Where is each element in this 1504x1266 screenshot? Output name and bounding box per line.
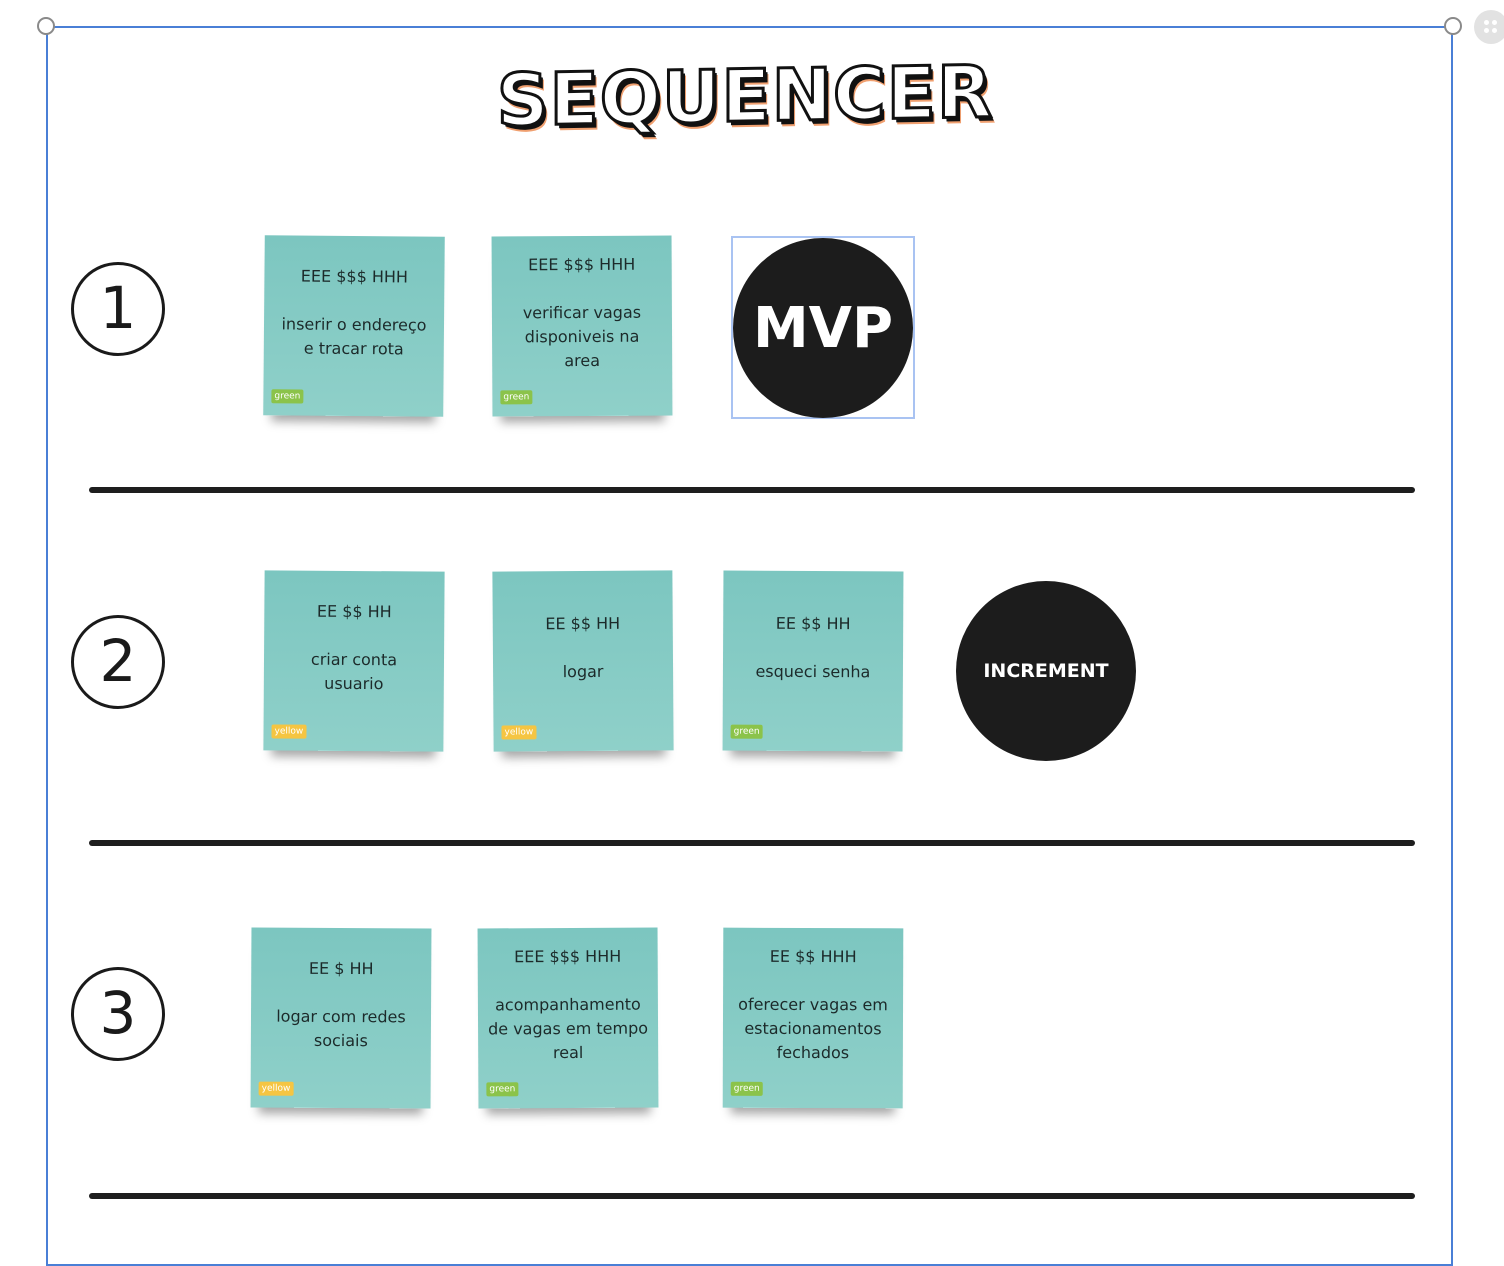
sticky-tag: green <box>486 1082 519 1097</box>
resize-handle-icon[interactable] <box>1444 17 1462 35</box>
sticky-note[interactable]: EE $$ HH criar conta usuario yellow <box>263 570 445 752</box>
row-divider <box>89 1193 1415 1199</box>
row-divider <box>89 487 1415 493</box>
sticky-estimate: EE $ HH <box>308 958 374 979</box>
sticky-text: criar conta usuario <box>310 649 398 694</box>
sticky-text: logar <box>562 661 604 682</box>
increment-label: INCREMENT <box>983 660 1109 682</box>
row-divider <box>89 840 1415 846</box>
sticky-tag: yellow <box>258 1081 294 1096</box>
sticky-tag: green <box>500 390 533 405</box>
sticky-text: oferecer vagas em estacionamentos fechad… <box>738 994 888 1063</box>
sticky-note[interactable]: EEE $$$ HHH acompanhamento de vagas em t… <box>477 927 659 1109</box>
sticky-estimate: EE $$ HH <box>316 601 392 622</box>
sticky-text: acompanhamento de vagas em tempo real <box>488 994 649 1063</box>
sticky-estimate: EE $$ HH <box>775 613 851 634</box>
board-title: SEQUENCER <box>495 48 995 144</box>
sticky-estimate: EE $$ HHH <box>769 946 857 967</box>
sticky-text: inserir o endereço e tracar rota <box>281 314 427 359</box>
sticky-note[interactable]: EE $ HH logar com redes sociais yellow <box>250 927 432 1109</box>
sticky-tag: green <box>730 1081 763 1096</box>
drag-grip-icon[interactable] <box>1474 10 1504 44</box>
sticky-tag: yellow <box>501 725 537 740</box>
sticky-text: verificar vagas disponiveis na area <box>522 302 642 371</box>
sticky-note[interactable]: EE $$ HH logar yellow <box>492 570 674 752</box>
resize-handle-icon[interactable] <box>37 17 55 35</box>
sticky-text: logar com redes sociais <box>276 1006 406 1051</box>
sticky-estimate: EE $$ HH <box>545 613 621 634</box>
mvp-label: MVP <box>752 295 894 361</box>
mvp-circle[interactable]: MVP <box>733 238 913 418</box>
sticky-note[interactable]: EE $$ HHH oferecer vagas em estacionamen… <box>722 927 904 1109</box>
row-number-1: 1 <box>71 262 165 356</box>
row-number-3: 3 <box>71 967 165 1061</box>
sticky-estimate: EEE $$$ HHH <box>514 946 622 967</box>
sticky-tag: yellow <box>271 724 307 739</box>
sticky-estimate: EEE $$$ HHH <box>300 266 409 287</box>
sticky-tag: green <box>730 724 763 739</box>
increment-circle[interactable]: INCREMENT <box>956 581 1136 761</box>
row-number-2: 2 <box>71 615 165 709</box>
sticky-estimate: EEE $$$ HHH <box>528 254 636 275</box>
sticky-tag: green <box>271 389 304 404</box>
sticky-note[interactable]: EEE $$$ HHH inserir o endereço e tracar … <box>263 235 445 417</box>
sticky-text: esqueci senha <box>755 661 871 682</box>
sticky-note[interactable]: EEE $$$ HHH verificar vagas disponiveis … <box>491 235 673 417</box>
sticky-note[interactable]: EE $$ HH esqueci senha green <box>722 570 904 752</box>
